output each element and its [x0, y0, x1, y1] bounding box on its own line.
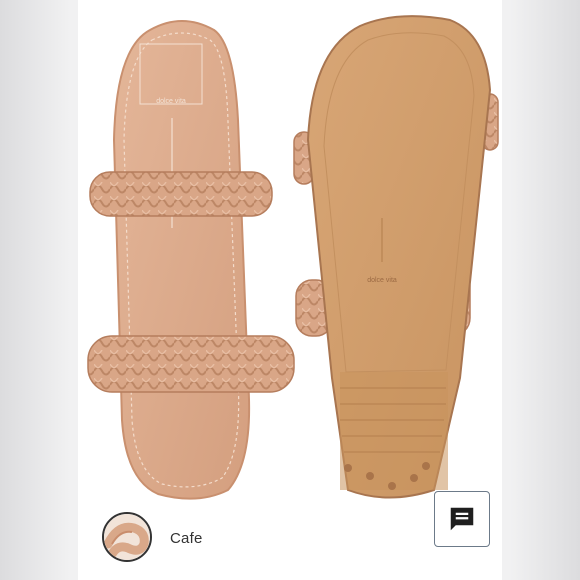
- sole-mark: dolce vita: [367, 277, 397, 284]
- brand-mark: dolce vita: [156, 98, 186, 105]
- product-image[interactable]: dolce vita dolce vita: [78, 0, 502, 510]
- swatch-thumbnail: [104, 514, 150, 560]
- right-sandal: dolce vita: [293, 15, 499, 499]
- color-label: Cafe: [170, 530, 203, 547]
- lower-braided-strap: [87, 335, 295, 393]
- color-swatch[interactable]: [102, 512, 152, 562]
- chat-button[interactable]: [434, 491, 490, 547]
- heel-tread: [340, 372, 448, 490]
- listing-card: dolce vita dolce vita Cafe: [78, 0, 502, 580]
- upper-braided-strap: [89, 171, 273, 217]
- chat-icon: [450, 507, 474, 531]
- left-sandal: dolce vita: [87, 20, 295, 500]
